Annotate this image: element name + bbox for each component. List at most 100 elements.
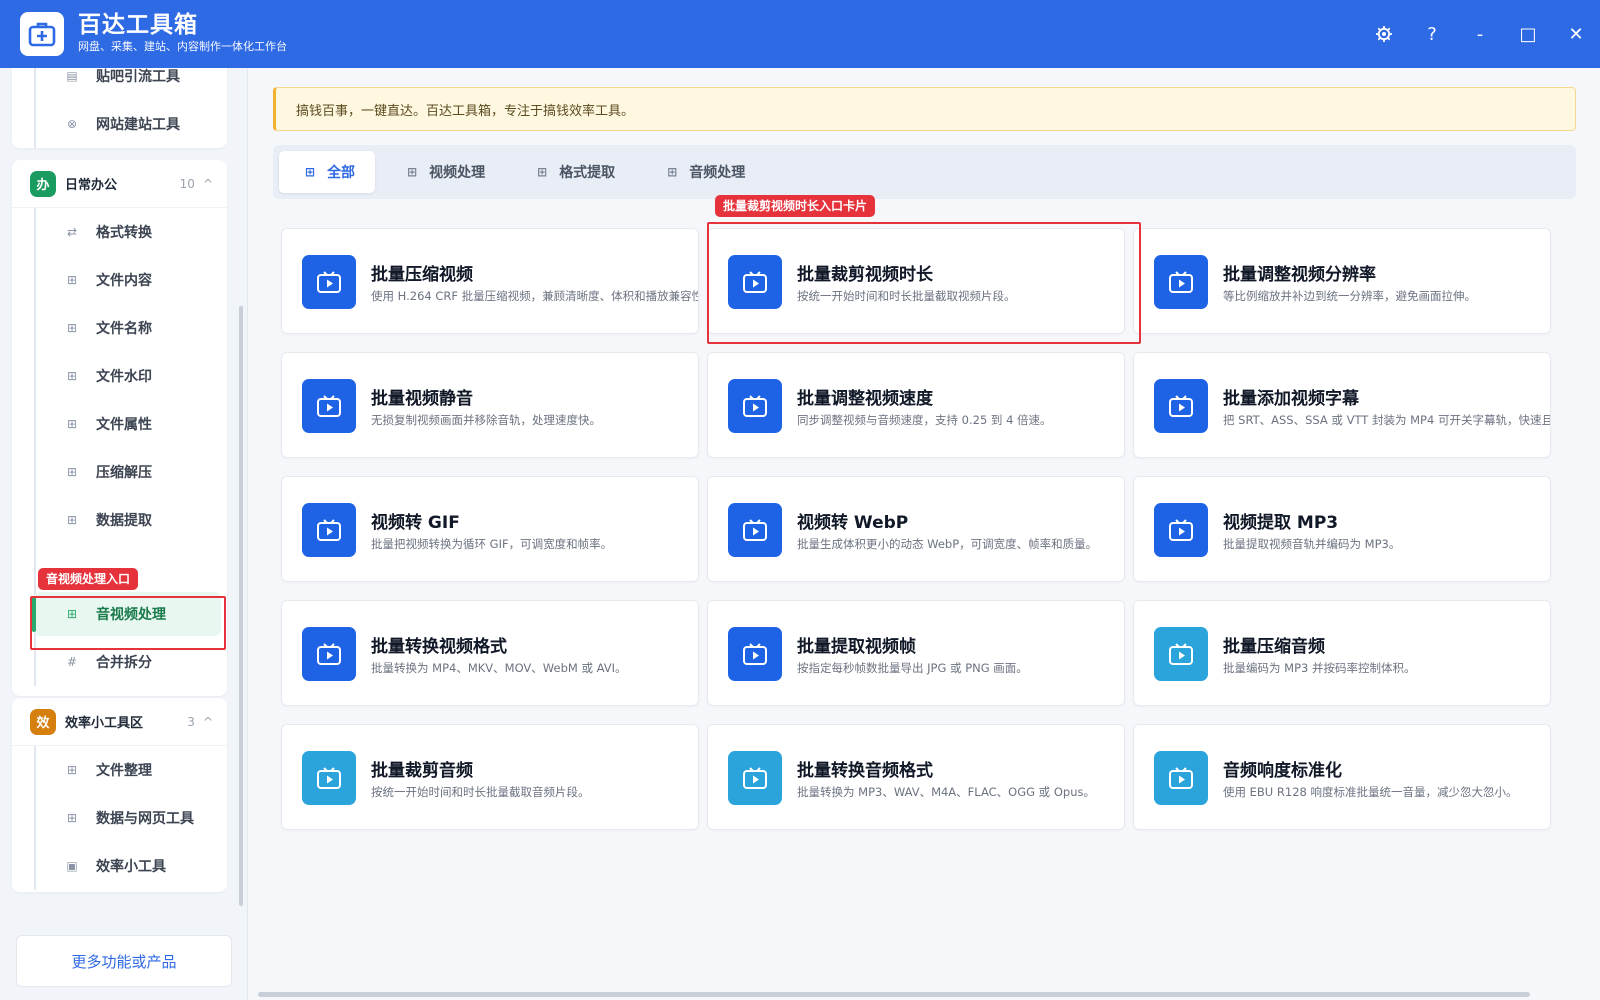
tool-card[interactable]: 音频响度标准化 使用 EBU R128 响度标准批量统一音量，减少忽大忽小。 xyxy=(1133,724,1551,830)
tab-audio[interactable]: ⊞ 音频处理 xyxy=(641,151,765,193)
card-title: 视频转 GIF xyxy=(371,513,460,533)
audio-play-icon xyxy=(1154,627,1208,681)
group-header-efficiency[interactable]: 效 效率小工具区 3 ^ xyxy=(12,698,227,746)
tool-card[interactable]: 批量调整视频速度 同步调整视频与音频速度，支持 0.25 到 4 倍速。 xyxy=(707,352,1125,458)
sidebar-item-data-extract[interactable]: ⊞ 数据提取 xyxy=(34,496,227,544)
sidebar-item-data-web[interactable]: ⊞ 数据与网页工具 xyxy=(34,794,227,842)
hash-icon: # xyxy=(66,655,78,669)
tool-card[interactable]: 批量转换音频格式 批量转换为 MP3、WAV、M4A、FLAC、OGG 或 Op… xyxy=(707,724,1125,830)
video-play-icon xyxy=(302,627,356,681)
title-bar: 百达工具箱 网盘、采集、建站、内容制作一体化工作台 ? - □ ✕ xyxy=(0,0,1600,68)
group-badge: 效 xyxy=(30,708,56,735)
card-title: 音频响度标准化 xyxy=(1223,761,1342,781)
tool-card[interactable]: 批量转换视频格式 批量转换为 MP4、MKV、MOV、WebM 或 AVI。 xyxy=(281,600,699,706)
group-count: 10 xyxy=(179,176,195,191)
video-play-icon xyxy=(302,379,356,433)
card-title: 批量转换视频格式 xyxy=(371,637,507,657)
card-description: 批量生成体积更小的动态 WebP，可调宽度、帧率和质量。 xyxy=(797,537,1098,551)
grid-icon: ⊞ xyxy=(66,273,78,287)
chevron-up-icon[interactable]: ^ xyxy=(203,177,213,191)
grid-icon: ⊞ xyxy=(66,811,78,825)
card-description: 同步调整视频与音频速度，支持 0.25 到 4 倍速。 xyxy=(797,413,1052,427)
card-description: 把 SRT、ASS、SSA 或 VTT 封装为 MP4 可开关字幕轨，快速且不重 xyxy=(1223,413,1551,427)
sidebar-item-label: 数据提取 xyxy=(96,513,152,529)
annotation-box-trim-card xyxy=(707,222,1141,344)
sidebar: ▤ 贴吧引流工具 ⊗ 网站建站工具 办 日常办公 10 ^ ⇄ 格式转换 ⊞ 文… xyxy=(0,68,248,1000)
tool-card[interactable]: 视频转 GIF 批量把视频转换为循环 GIF，可调宽度和帧率。 xyxy=(281,476,699,582)
grid-icon: ⊞ xyxy=(667,165,678,179)
sidebar-item-label: 合并拆分 xyxy=(96,655,152,671)
tool-card[interactable]: 批量添加视频字幕 把 SRT、ASS、SSA 或 VTT 封装为 MP4 可开关… xyxy=(1133,352,1551,458)
card-title: 批量裁剪音频 xyxy=(371,761,473,781)
annotation-tag-av: 音视频处理入口 xyxy=(38,568,139,590)
tab-video[interactable]: ⊞ 视频处理 xyxy=(381,151,505,193)
sidebar-item-label: 贴吧引流工具 xyxy=(96,69,180,85)
video-play-icon xyxy=(728,379,782,433)
audio-play-icon xyxy=(728,751,782,805)
card-title: 批量提取视频帧 xyxy=(797,637,916,657)
tab-format-extract[interactable]: ⊞ 格式提取 xyxy=(511,151,635,193)
sidebar-item-file-watermark[interactable]: ⊞ 文件水印 xyxy=(34,352,227,400)
tool-card[interactable]: 批量裁剪音频 按统一开始时间和时长批量截取音频片段。 xyxy=(281,724,699,830)
video-play-icon xyxy=(1154,503,1208,557)
tool-card[interactable]: 视频提取 MP3 批量提取视频音轨并编码为 MP3。 xyxy=(1133,476,1551,582)
sidebar-item-efficiency-tools[interactable]: ▣ 效率小工具 xyxy=(34,842,227,890)
notice-banner: 搞钱百事，一键直达。百达工具箱，专注于搞钱效率工具。 xyxy=(273,87,1576,131)
card-description: 使用 EBU R128 响度标准批量统一音量，减少忽大忽小。 xyxy=(1223,785,1518,799)
app-subtitle: 网盘、采集、建站、内容制作一体化工作台 xyxy=(78,40,287,53)
sidebar-item-label: 格式转换 xyxy=(96,225,152,241)
sidebar-group-partial: ▤ 贴吧引流工具 ⊗ 网站建站工具 xyxy=(12,68,227,148)
sidebar-item-label: 网站建站工具 xyxy=(96,117,180,133)
sidebar-item-compress[interactable]: ⊞ 压缩解压 xyxy=(34,448,227,496)
group-header-office[interactable]: 办 日常办公 10 ^ xyxy=(12,160,227,208)
globe-icon: ⊗ xyxy=(66,117,78,131)
card-description: 批量提取视频音轨并编码为 MP3。 xyxy=(1223,537,1401,551)
minimize-button[interactable]: - xyxy=(1456,0,1504,68)
sidebar-item-format-convert[interactable]: ⇄ 格式转换 xyxy=(34,208,227,256)
tool-card[interactable]: 批量视频静音 无损复制视频画面并移除音轨，处理速度快。 xyxy=(281,352,699,458)
card-title: 批量压缩视频 xyxy=(371,265,473,285)
sidebar-item-tieba[interactable]: ▤ 贴吧引流工具 xyxy=(34,68,227,100)
swap-icon: ⇄ xyxy=(66,225,78,239)
tool-card[interactable]: 批量压缩视频 使用 H.264 CRF 批量压缩视频，兼顾清晰度、体积和播放兼容… xyxy=(281,228,699,334)
tool-card[interactable]: 批量提取视频帧 按指定每秒帧数批量导出 JPG 或 PNG 画面。 xyxy=(707,600,1125,706)
tool-card[interactable]: 视频转 WebP 批量生成体积更小的动态 WebP，可调宽度、帧率和质量。 xyxy=(707,476,1125,582)
tab-all[interactable]: ⊞ 全部 xyxy=(279,151,376,193)
sidebar-item-label: 文件整理 xyxy=(96,763,152,779)
sidebar-item-label: 效率小工具 xyxy=(96,859,166,875)
horizontal-scrollbar[interactable] xyxy=(258,992,1530,997)
sidebar-item-file-content[interactable]: ⊞ 文件内容 xyxy=(34,256,227,304)
sidebar-item-file-name[interactable]: ⊞ 文件名称 xyxy=(34,304,227,352)
group-title: 效率小工具区 xyxy=(65,716,144,731)
sidebar-item-file-attrs[interactable]: ⊞ 文件属性 xyxy=(34,400,227,448)
sidebar-item-label: 文件水印 xyxy=(96,369,152,385)
video-play-icon xyxy=(728,627,782,681)
grid-icon: ⊞ xyxy=(407,165,418,179)
main-content: 搞钱百事，一键直达。百达工具箱，专注于搞钱效率工具。 ⊞ 全部 ⊞ 视频处理 ⊞… xyxy=(249,68,1600,1000)
tool-card[interactable]: 批量调整视频分辨率 等比例缩放并补边到统一分辨率，避免画面拉伸。 xyxy=(1133,228,1551,334)
close-button[interactable]: ✕ xyxy=(1552,0,1600,68)
app-titles: 百达工具箱 网盘、采集、建站、内容制作一体化工作台 xyxy=(78,12,287,56)
help-button[interactable]: ? xyxy=(1408,0,1456,68)
card-description: 批量把视频转换为循环 GIF，可调宽度和帧率。 xyxy=(371,537,613,551)
sidebar-item-label: 文件内容 xyxy=(96,273,152,289)
card-title: 批量调整视频速度 xyxy=(797,389,933,409)
chevron-up-icon[interactable]: ^ xyxy=(203,715,213,729)
card-title: 批量添加视频字幕 xyxy=(1223,389,1359,409)
more-products-button[interactable]: 更多功能或产品 xyxy=(16,935,232,987)
sidebar-scrollbar-thumb[interactable] xyxy=(239,306,243,906)
sidebar-item-file-organize[interactable]: ⊞ 文件整理 xyxy=(34,746,227,794)
video-play-icon xyxy=(302,255,356,309)
sidebar-item-label: 数据与网页工具 xyxy=(96,811,194,827)
group-badge: 办 xyxy=(30,170,56,197)
grid-icon: ⊞ xyxy=(66,369,78,383)
tool-card[interactable]: 批量压缩音频 批量编码为 MP3 并按码率控制体积。 xyxy=(1133,600,1551,706)
grid-icon: ⊞ xyxy=(66,321,78,335)
settings-button[interactable] xyxy=(1360,0,1408,68)
toolbox-icon: ▣ xyxy=(66,859,78,873)
maximize-button[interactable]: □ xyxy=(1504,0,1552,68)
grid-icon: ⊞ xyxy=(66,465,78,479)
tab-label: 音频处理 xyxy=(689,165,746,181)
sidebar-scrollbar[interactable] xyxy=(237,68,245,928)
sidebar-item-website[interactable]: ⊗ 网站建站工具 xyxy=(34,100,227,148)
